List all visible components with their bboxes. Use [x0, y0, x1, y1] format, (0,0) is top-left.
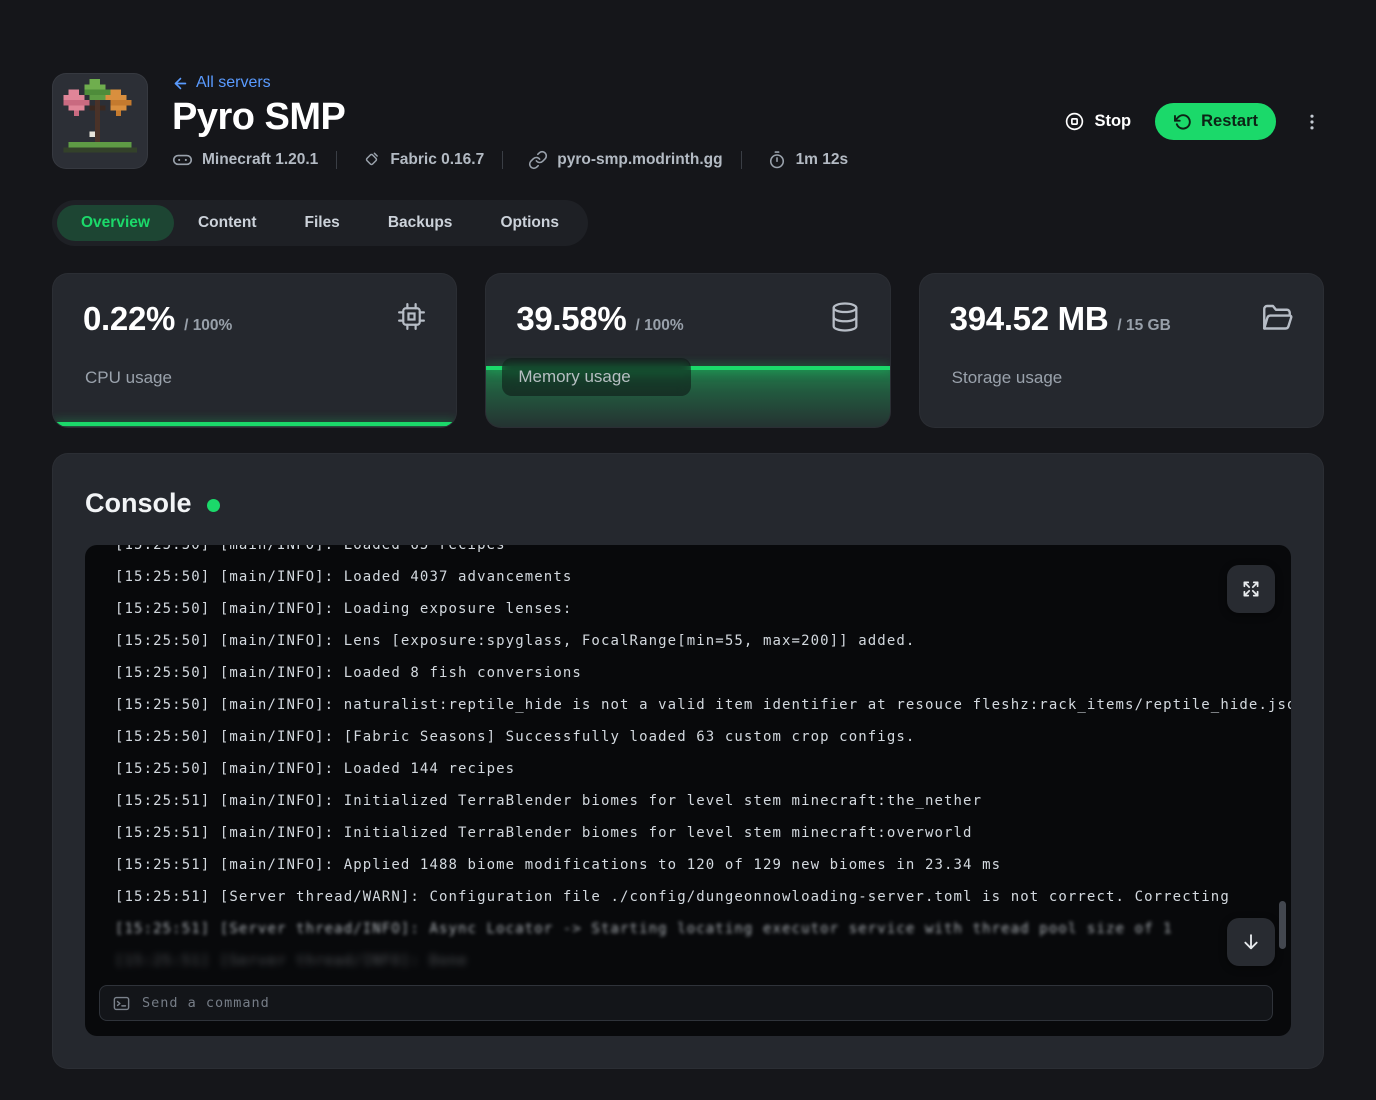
server-meta-item: 1m 12s: [723, 150, 849, 170]
stat-label-wrap: Memory usage: [502, 358, 690, 396]
more-options-button[interactable]: [1300, 108, 1324, 136]
console-log: [15:25:50] [main/INFO]: Loaded 65 recipe…: [85, 545, 1291, 972]
server-meta: Minecraft 1.20.1 Fabric 0.16.7 pyro-smp.…: [172, 149, 848, 170]
stop-icon: [1064, 111, 1085, 132]
restart-button[interactable]: Restart: [1155, 103, 1276, 140]
gamepad-icon: [172, 149, 193, 170]
tree-avatar-art: [58, 79, 142, 163]
database-icon: [828, 300, 862, 334]
page: All servers Pyro SMP Minecraft 1.20.1 Fa…: [0, 0, 1376, 1069]
folder-open-icon: [1259, 300, 1295, 336]
meta-label: Minecraft 1.20.1: [202, 151, 318, 169]
tab[interactable]: Backups: [364, 205, 477, 241]
scroll-to-bottom-button[interactable]: [1227, 918, 1275, 966]
stat-label: CPU usage: [85, 368, 172, 387]
tab[interactable]: Overview: [57, 205, 174, 241]
stats-row: 0.22% / 100% CPU usage 39.58% / 100% Mem…: [52, 273, 1324, 428]
meta-label: pyro-smp.modrinth.gg: [557, 151, 722, 169]
expand-console-button[interactable]: [1227, 565, 1275, 613]
server-meta-item: Fabric 0.16.7: [318, 150, 484, 169]
page-title: Pyro SMP: [172, 96, 848, 139]
log-line: [15:25:51] [Server thread/INFO]: Async L…: [115, 913, 1291, 945]
server-meta-item: pyro-smp.modrinth.gg: [484, 150, 722, 170]
log-line: [15:25:51] [main/INFO]: Initialized Terr…: [115, 785, 1291, 817]
meta-label: Fabric 0.16.7: [390, 151, 484, 169]
stop-button-label: Stop: [1094, 112, 1131, 131]
log-line: [15:25:50] [main/INFO]: [Fabric Seasons]…: [115, 721, 1291, 753]
log-line: [15:25:50] [main/INFO]: Lens [exposure:s…: [115, 625, 1291, 657]
log-line: [15:25:50] [main/INFO]: Loaded 4037 adva…: [115, 561, 1291, 593]
stat-card: 39.58% / 100% Memory usage: [485, 273, 890, 428]
stat-card: 0.22% / 100% CPU usage: [52, 273, 457, 428]
meta-label: 1m 12s: [796, 151, 849, 169]
command-input[interactable]: [142, 995, 1260, 1011]
server-avatar: [52, 73, 148, 169]
command-bar: [99, 985, 1273, 1021]
restart-icon: [1173, 112, 1192, 131]
timer-icon: [767, 150, 787, 170]
server-tabs: Overview Content Files Backups Options: [52, 200, 588, 246]
link-icon: [528, 150, 548, 170]
stat-label: Memory usage: [518, 367, 630, 386]
stat-label: Storage usage: [952, 368, 1063, 387]
usage-fill: [53, 422, 456, 427]
stat-max: / 100%: [184, 317, 232, 335]
log-line: [15:25:50] [main/INFO]: Loaded 144 recip…: [115, 753, 1291, 785]
log-line: [15:25:50] [main/INFO]: Loading exposure…: [115, 593, 1291, 625]
back-arrow-icon: [172, 75, 189, 92]
stat-card: 394.52 MB / 15 GB Storage usage: [919, 273, 1324, 428]
server-header: All servers Pyro SMP Minecraft 1.20.1 Fa…: [52, 73, 1324, 170]
header-actions: Stop Restart: [1064, 103, 1324, 140]
expand-icon: [1240, 578, 1262, 600]
back-link-label: All servers: [196, 74, 271, 92]
stat-label-wrap: Storage usage: [952, 368, 1063, 388]
console-terminal: [15:25:50] [main/INFO]: Loaded 65 recipe…: [85, 545, 1291, 1036]
cpu-icon: [395, 300, 428, 333]
console-scrollbar-thumb[interactable]: [1279, 901, 1286, 949]
back-to-all-servers-link[interactable]: All servers: [172, 74, 848, 92]
log-line: [15:25:51] [main/INFO]: Applied 1488 bio…: [115, 849, 1291, 881]
log-line: [15:25:50] [main/INFO]: Loaded 8 fish co…: [115, 657, 1291, 689]
restart-button-label: Restart: [1201, 112, 1258, 131]
tab[interactable]: Options: [476, 205, 583, 241]
console-section: Console [15:25:50] [main/INFO]: Loaded 6…: [52, 453, 1324, 1069]
header-info: All servers Pyro SMP Minecraft 1.20.1 Fa…: [172, 73, 848, 170]
stop-button[interactable]: Stop: [1064, 111, 1131, 132]
stat-max: / 15 GB: [1117, 317, 1170, 335]
stat-label-wrap: CPU usage: [85, 368, 172, 388]
tab[interactable]: Files: [280, 205, 363, 241]
server-online-status-dot: [207, 499, 220, 512]
log-line: [15:25:51] [Server thread/INFO]: Done: [115, 945, 1291, 972]
log-line: [15:25:50] [main/INFO]: Loaded 65 recipe…: [115, 545, 1291, 561]
tab[interactable]: Content: [174, 205, 281, 241]
terminal-prompt-icon: [112, 994, 131, 1013]
log-line: [15:25:51] [main/INFO]: Initialized Terr…: [115, 817, 1291, 849]
log-line: [15:25:50] [main/INFO]: naturalist:repti…: [115, 689, 1291, 721]
stat-value: 394.52 MB: [950, 300, 1109, 338]
kebab-menu-icon: [1302, 112, 1322, 132]
console-title: Console: [85, 488, 192, 519]
log-line: [15:25:51] [Server thread/WARN]: Configu…: [115, 881, 1291, 913]
stat-value: 39.58%: [516, 300, 626, 338]
stat-max: / 100%: [635, 317, 683, 335]
stat-value: 0.22%: [83, 300, 175, 338]
loader-icon: [362, 150, 381, 169]
server-meta-item: Minecraft 1.20.1: [172, 149, 318, 170]
arrow-down-icon: [1240, 931, 1262, 953]
